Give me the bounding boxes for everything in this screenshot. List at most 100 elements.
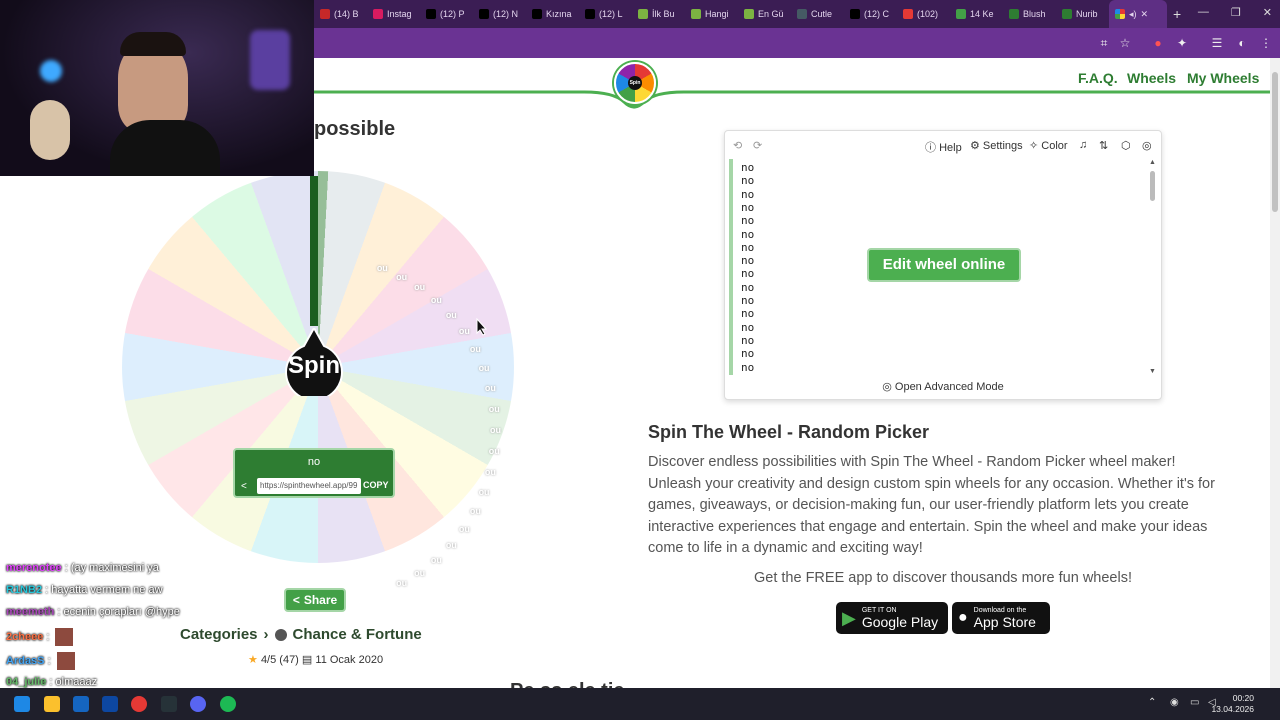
browser-tab[interactable]: Cutle	[791, 0, 844, 28]
share-button[interactable]: < Share	[284, 588, 346, 612]
wheel-segment-label: ou	[458, 326, 470, 337]
translate-icon[interactable]: ⌗	[1096, 35, 1112, 51]
palette-icon[interactable]: ◎	[1142, 139, 1152, 152]
help-button[interactable]: ⓘ Help	[925, 139, 962, 155]
categories-breadcrumb: Categories › Chance & Fortune	[180, 626, 422, 643]
category-chance-fortune-link[interactable]: Chance & Fortune	[293, 626, 422, 643]
undo-icon[interactable]: ⟲	[733, 139, 742, 152]
wheel-segment-label: ou	[469, 505, 481, 516]
categories-link[interactable]: Categories	[180, 626, 258, 643]
microphone-icon[interactable]: ◉	[1170, 697, 1179, 708]
edit-wheel-online-button[interactable]: Edit wheel online	[867, 248, 1021, 282]
music-icon[interactable]: ♫	[1079, 139, 1087, 151]
menu-kebab-icon[interactable]: ⋮	[1258, 35, 1274, 51]
breadcrumb-separator: ›	[263, 626, 269, 643]
entries-scrollbar[interactable]: ▲ ▼	[1149, 159, 1157, 375]
wheel-segment-label: ou	[396, 271, 408, 282]
store-icon[interactable]	[73, 696, 89, 712]
tab-favicon	[903, 9, 913, 19]
active-browser-tab[interactable]: ◂) ✕	[1109, 0, 1167, 28]
tab-favicon	[320, 9, 330, 19]
file-explorer-icon[interactable]	[44, 696, 60, 712]
start-icon[interactable]	[14, 696, 30, 712]
google-play-icon: ▶	[842, 607, 856, 628]
maximize-icon[interactable]: ❐	[1231, 6, 1241, 19]
media-icon[interactable]: ☰	[1209, 35, 1225, 51]
result-url-field[interactable]: https://spinthewheel.app/99	[257, 478, 361, 494]
tab-label: Nurib	[1076, 9, 1098, 19]
browser-tab[interactable]: İlk Bu	[632, 0, 685, 28]
copy-button[interactable]: COPY	[363, 480, 389, 490]
outlook-icon[interactable]	[102, 696, 118, 712]
browser-tab[interactable]: (14) B	[314, 0, 367, 28]
entry-line: no	[741, 360, 755, 374]
extensions-puzzle-icon[interactable]: ✦	[1174, 35, 1190, 51]
share-icon: <	[292, 593, 300, 607]
new-tab-button[interactable]: +	[1173, 6, 1181, 22]
chrome-icon[interactable]	[131, 696, 147, 712]
tray-chevron-icon[interactable]: ⌃	[1148, 697, 1156, 708]
redo-icon[interactable]: ⟳	[753, 139, 762, 152]
wheel-segment-label: ou	[376, 263, 388, 274]
browser-tab[interactable]: (102)	[897, 0, 950, 28]
entry-line: no	[741, 161, 755, 174]
tab-favicon	[638, 9, 648, 19]
chat-username: R1NB2	[6, 584, 43, 596]
browser-tab[interactable]: Nurib	[1056, 0, 1109, 28]
minimize-icon[interactable]: —	[1198, 6, 1209, 19]
browser-tab[interactable]: Blush	[1003, 0, 1056, 28]
steam-icon[interactable]	[161, 696, 177, 712]
free-app-text: Get the FREE app to discover thousands m…	[753, 570, 1132, 586]
settings-button[interactable]: ⚙ Settings	[970, 139, 1023, 152]
tab-label: (102)	[917, 9, 939, 19]
browser-tab[interactable]: (12) C	[844, 0, 897, 28]
audio-icon[interactable]: ◂)	[1129, 9, 1137, 20]
color-button[interactable]: ✧ Color	[1029, 139, 1068, 152]
figurine	[30, 100, 70, 160]
system-clock[interactable]: 00:20 13.04.2026	[1211, 693, 1254, 715]
open-advanced-mode-link[interactable]: ◎ Open Advanced Mode	[725, 380, 1161, 393]
discord-icon[interactable]	[190, 696, 206, 712]
chat-username: 2cheee	[6, 630, 44, 643]
browser-tab[interactable]: Instag	[367, 0, 420, 28]
extension-icon[interactable]: ●	[1150, 35, 1166, 51]
browser-tab[interactable]: (12) L	[579, 0, 632, 28]
page-heading: possible	[314, 118, 396, 140]
bookmark-star-icon[interactable]: ☆	[1117, 35, 1133, 51]
nav-wheels-link[interactable]: Wheels	[1127, 70, 1176, 86]
content-description: Discover endless possibilities with Spin…	[648, 454, 1215, 556]
chat-emote	[56, 652, 75, 670]
chat-text: : (ay maximesini ya	[64, 562, 159, 574]
browser-tab[interactable]: Hangi	[685, 0, 738, 28]
share-icon[interactable]: <	[241, 481, 247, 492]
windows-taskbar: ⌃ ◉ ▭ ◁ 00:20 13.04.2026	[0, 688, 1280, 720]
browser-tab[interactable]: Kızına	[526, 0, 579, 28]
browser-tab[interactable]: 14 Ke	[950, 0, 1003, 28]
google-play-badge[interactable]: ▶ GET IT ON Google Play	[836, 602, 948, 634]
wheel-segment-label: ou	[414, 567, 426, 578]
tab-label: Instag	[387, 9, 412, 19]
tab-label: İlk Bu	[652, 9, 675, 19]
browser-tab[interactable]: (12) P	[420, 0, 473, 28]
chat-message: 04_julie : olmaaaz	[6, 676, 97, 688]
3d-cube-icon[interactable]: ⬡	[1121, 139, 1131, 152]
sort-icon[interactable]: ⇅	[1099, 139, 1108, 152]
wheel-segment-label: ou	[484, 466, 496, 477]
entry-line: no	[741, 333, 755, 347]
chat-username: meemeth	[6, 606, 55, 618]
browser-tab[interactable]: En Gü	[738, 0, 791, 28]
spotify-icon[interactable]	[220, 696, 236, 712]
close-window-icon[interactable]: ✕	[1263, 6, 1272, 19]
page-scrollbar-thumb[interactable]	[1272, 72, 1278, 212]
site-logo[interactable]: Spin	[614, 62, 656, 104]
nav-my-wheels-link[interactable]: My Wheels	[1187, 70, 1259, 86]
nav-faq-link[interactable]: F.A.Q.	[1078, 70, 1118, 86]
app-store-badge[interactable]: ● Download on the App Store	[952, 602, 1050, 634]
wheel-segment-label: ou	[396, 578, 408, 589]
profile-avatar[interactable]: ◐	[1234, 35, 1250, 51]
spin-button[interactable]: Spin	[284, 325, 344, 402]
browser-tab[interactable]: (12) N	[473, 0, 526, 28]
tab-favicon	[956, 9, 966, 19]
network-icon[interactable]: ▭	[1190, 697, 1199, 708]
close-tab-icon[interactable]: ✕	[1141, 9, 1149, 20]
